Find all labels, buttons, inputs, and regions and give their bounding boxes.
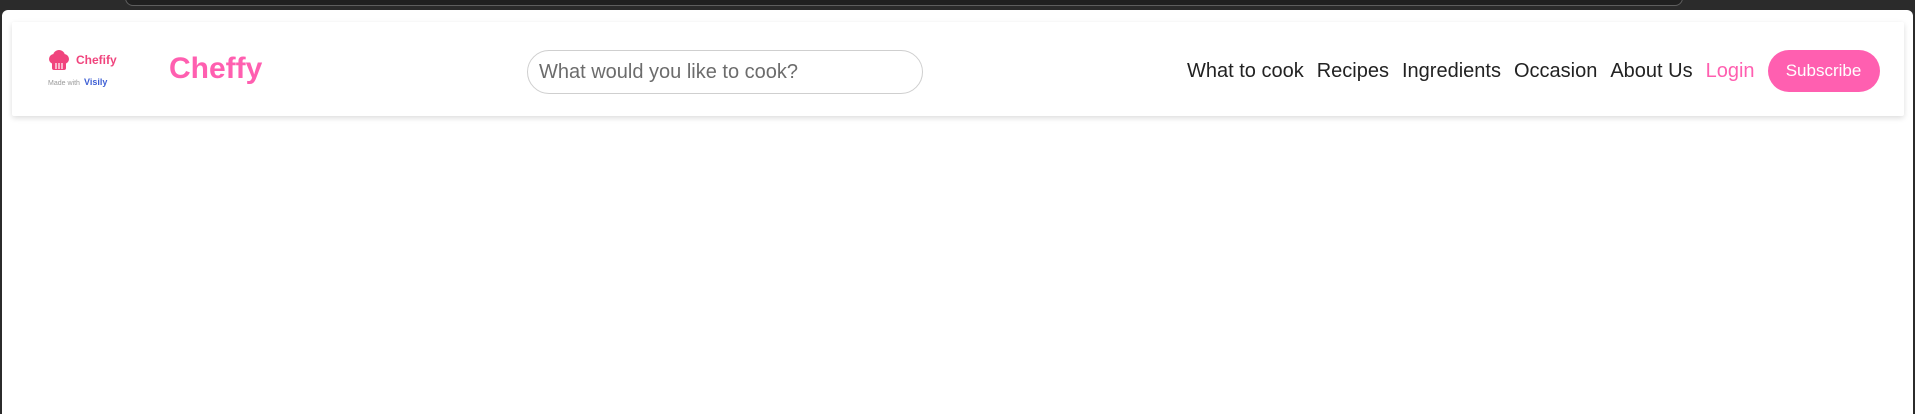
nav-item-ingredients[interactable]: Ingredients	[1402, 60, 1501, 83]
page-viewport: Chefify Made with Visily Cheffy What to …	[2, 10, 1913, 414]
main-nav: What to cook Recipes Ingredients Occasio…	[1187, 48, 1880, 94]
browser-chrome	[0, 0, 1915, 10]
badge-logo-text: Chefify	[76, 53, 117, 67]
search-input[interactable]	[527, 50, 923, 94]
nav-item-recipes[interactable]: Recipes	[1317, 60, 1389, 83]
chef-hat-icon	[49, 50, 69, 70]
visily-logo-text: Visily	[84, 77, 108, 87]
nav-item-occasion[interactable]: Occasion	[1514, 60, 1597, 83]
login-link[interactable]: Login	[1706, 60, 1755, 83]
brand-logo[interactable]: Cheffy	[169, 52, 262, 86]
made-with-visily-badge[interactable]: Chefify Made with Visily	[48, 50, 138, 94]
nav-item-about-us[interactable]: About Us	[1610, 60, 1692, 83]
navbar: Chefify Made with Visily Cheffy What to …	[12, 22, 1904, 116]
made-with-label: Made with	[48, 80, 80, 87]
subscribe-button[interactable]: Subscribe	[1767, 50, 1880, 92]
address-bar[interactable]	[125, 0, 1683, 6]
nav-item-what-to-cook[interactable]: What to cook	[1187, 60, 1304, 83]
